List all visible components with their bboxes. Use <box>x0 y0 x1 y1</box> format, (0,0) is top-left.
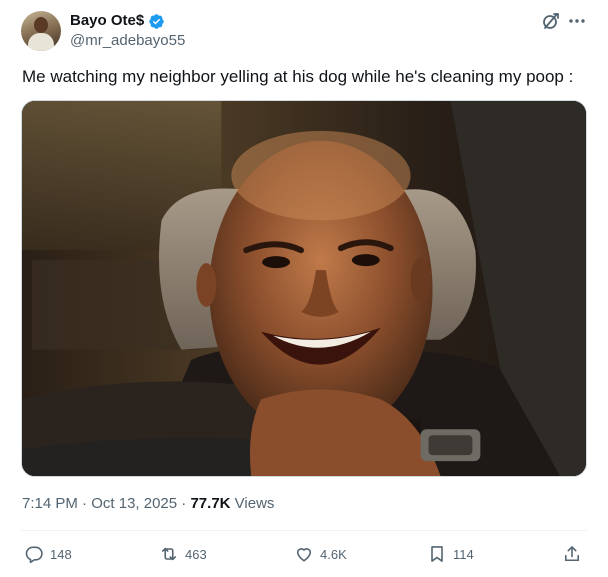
repost-button[interactable]: 463 <box>159 540 207 568</box>
avatar-head <box>34 17 48 33</box>
author-handle[interactable]: @mr_adebayo55 <box>70 32 185 50</box>
like-count: 4.6K <box>320 546 347 562</box>
more-icon[interactable] <box>568 12 586 30</box>
bookmark-button[interactable]: 114 <box>427 540 474 568</box>
views-count[interactable]: 77.7K <box>190 495 230 512</box>
tweet-media-image[interactable] <box>21 100 587 477</box>
meta-separator: · <box>177 495 191 512</box>
like-button[interactable]: 4.6K <box>294 540 347 568</box>
bookmark-icon <box>431 546 443 562</box>
share-icon <box>564 546 580 562</box>
heart-icon <box>296 548 312 562</box>
author-display-name[interactable]: Bayo Ote$ <box>70 12 144 30</box>
meta-separator: · <box>77 495 92 512</box>
tweet-date[interactable]: Oct 13, 2025 <box>91 495 177 512</box>
divider <box>21 530 587 531</box>
repost-count: 463 <box>185 546 207 562</box>
repost-icon <box>161 547 177 561</box>
reply-icon <box>25 546 43 564</box>
reply-button[interactable]: 148 <box>24 540 72 568</box>
action-bar: 148 463 4.6K 114 <box>0 540 608 568</box>
author-name-row: Bayo Ote$ <box>70 12 165 30</box>
verified-badge-icon[interactable] <box>148 13 165 30</box>
views-label: Views <box>230 495 275 512</box>
reply-count: 148 <box>50 546 72 562</box>
tweet-text: Me watching my neighbor yelling at his d… <box>22 67 574 86</box>
share-button[interactable] <box>562 540 582 568</box>
tweet: Bayo Ote$ @mr_adebayo55 Me watching my n… <box>0 0 608 577</box>
tweet-time[interactable]: 7:14 PM <box>22 495 78 512</box>
tweet-meta: 7:14 PM · Oct 13, 2025 · 77.7K Views <box>22 495 274 513</box>
grok-icon[interactable] <box>541 11 561 31</box>
avatar[interactable] <box>21 11 61 51</box>
bookmark-count: 114 <box>453 546 474 562</box>
avatar-body <box>28 33 54 51</box>
